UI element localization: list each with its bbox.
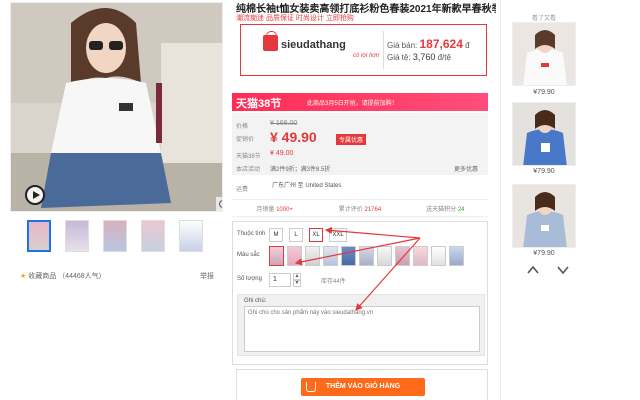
thumbnail[interactable] [103,220,127,252]
color-label: Màu sắc [237,252,260,258]
promo-tag: 专属优惠 [336,134,367,145]
sieudathang-price-box: sieudathang có lợi hơn Giá bán: 187,624 … [240,24,487,76]
store-promo-label: 本店活动 [236,167,261,173]
divider [383,31,384,69]
exchange-rate-row: Giá tệ: 3,760 đ/tệ [387,52,451,62]
play-video-button[interactable] [25,185,45,205]
color-swatch[interactable] [305,246,320,266]
sell-price-unit: đ [465,41,470,50]
chevron-up-icon[interactable] [526,263,540,277]
original-price-label: 价格 [236,124,249,130]
recommend-price: ¥79.90 [533,168,555,175]
color-swatch[interactable] [377,246,392,266]
recommend-item[interactable] [512,22,576,86]
banner-title: 天猫38节 [236,98,282,110]
color-swatch[interactable] [359,246,374,266]
color-swatch[interactable] [431,246,446,266]
recommend-image [513,185,575,247]
color-swatch[interactable] [323,246,338,266]
color-swatch[interactable] [287,246,302,266]
total-reviews[interactable]: 累计评价 21764 [317,204,402,213]
thumbnail-strip [27,220,203,252]
thumbnail[interactable] [65,220,89,252]
options-panel: Thuộc tính M L XL XXL Màu sắc Số lượng 1… [232,221,488,365]
size-label: Thuộc tính [237,231,266,237]
add-to-cart-label: THÊM VÀO GIỎ HÀNG [325,383,401,390]
tmall-38-banner: 天猫38节 此商品3月5日开抢，请提前加购！ [232,93,488,111]
tmall-price-label: 天猫38节 [236,154,261,160]
shopping-bag-icon [263,31,278,51]
points-value: 24 [457,206,465,213]
color-swatch[interactable] [449,246,464,266]
recommend-image [513,103,575,165]
sell-price-row: Giá bán: 187,624 đ [387,37,470,51]
zoom-icon[interactable] [216,197,222,211]
column-divider [500,0,501,400]
monthly-sales-value: 1000+ [276,206,293,213]
tmall-points: 送天猫积分 24 [403,204,488,213]
exchange-rate-value: 3,760 [412,52,436,62]
reviews-value: 21764 [364,206,382,213]
more-promo-link[interactable]: 更多优惠 [454,164,478,173]
quantity-label: Số lượng [237,276,262,282]
shipping-label: 运费 [236,187,249,193]
reviews-label: 累计评价 [338,206,363,213]
cart-section: THÊM VÀO GIỎ HÀNG [236,369,488,400]
exchange-rate-unit: đ/tệ [437,53,451,62]
quantity-decrease-button[interactable]: ▼ [293,280,301,287]
recommend-price: ¥79.90 [533,89,555,96]
quantity-increase-button[interactable]: ▲ [293,273,301,280]
store-promo: 满2件9折；满3件8.5折 [270,167,331,173]
promo-price: ¥ 49.90 [270,129,317,145]
quantity-input[interactable]: 1 [269,273,291,287]
size-option-m[interactable]: M [269,228,283,242]
note-section: Ghi chú: [237,294,485,356]
banner-subtitle: 此商品3月5日开抢，请提前加购！ [307,101,398,107]
stock-count: 库存44件 [321,279,346,285]
brand-name: sieudathang [281,39,346,51]
color-swatch[interactable] [341,246,356,266]
recommend-image [513,23,575,85]
tmall-price: ¥ 49.00 [270,150,294,157]
promo-price-label: 促销价 [236,137,255,143]
brand-slogan: có lợi hơn [353,53,380,59]
main-product-image[interactable] [10,2,223,212]
size-option-xxl[interactable]: XXL [329,228,347,242]
note-textarea[interactable] [244,306,480,352]
recommend-title: 看了又看 [531,16,556,22]
exchange-rate-label: Giá tệ: [387,53,411,62]
thumbnail[interactable] [141,220,165,252]
monthly-sales-label: 月销量 [256,206,275,213]
thumbnail[interactable] [179,220,203,252]
star-icon: ★ [20,273,27,280]
favorite-link[interactable]: ★ 收藏商品 （44468人气） [20,271,106,281]
shipping-destination[interactable]: 广东广州 至 United States [272,180,341,189]
chevron-down-icon[interactable] [556,263,570,277]
color-swatch[interactable] [395,246,410,266]
add-to-cart-button[interactable]: THÊM VÀO GIỎ HÀNG [301,378,425,396]
product-subtitle: 潮流痴迷 品质保证 时尚设计 立即抢购 [236,15,354,22]
original-price: ¥ 168.00 [270,120,298,127]
sales-stats: 月销量 1000+ 累计评价 21764 送天猫积分 24 [232,199,488,217]
report-link[interactable]: 举报 [200,271,214,281]
color-swatch[interactable] [413,246,428,266]
price-area: 价格 ¥ 168.00 促销价 ¥ 49.90 专属优惠 天猫38节 ¥ 49.… [232,113,488,175]
points-label: 送天猫积分 [426,206,457,213]
recommend-item[interactable] [512,184,576,248]
sell-price-label: Giá bán: [387,41,418,50]
size-option-l[interactable]: L [289,228,303,242]
color-swatch[interactable] [269,246,284,266]
monthly-sales: 月销量 1000+ [232,204,317,213]
thumbnail[interactable] [27,220,51,252]
sell-price-value: 187,624 [419,37,463,51]
recommend-price: ¥79.90 [533,250,555,257]
favorite-text: 收藏商品 （44468人气） [28,273,106,280]
recommend-item[interactable] [512,102,576,166]
cart-icon [306,382,316,392]
size-option-xl[interactable]: XL [309,228,323,242]
note-label: Ghi chú: [244,298,267,304]
